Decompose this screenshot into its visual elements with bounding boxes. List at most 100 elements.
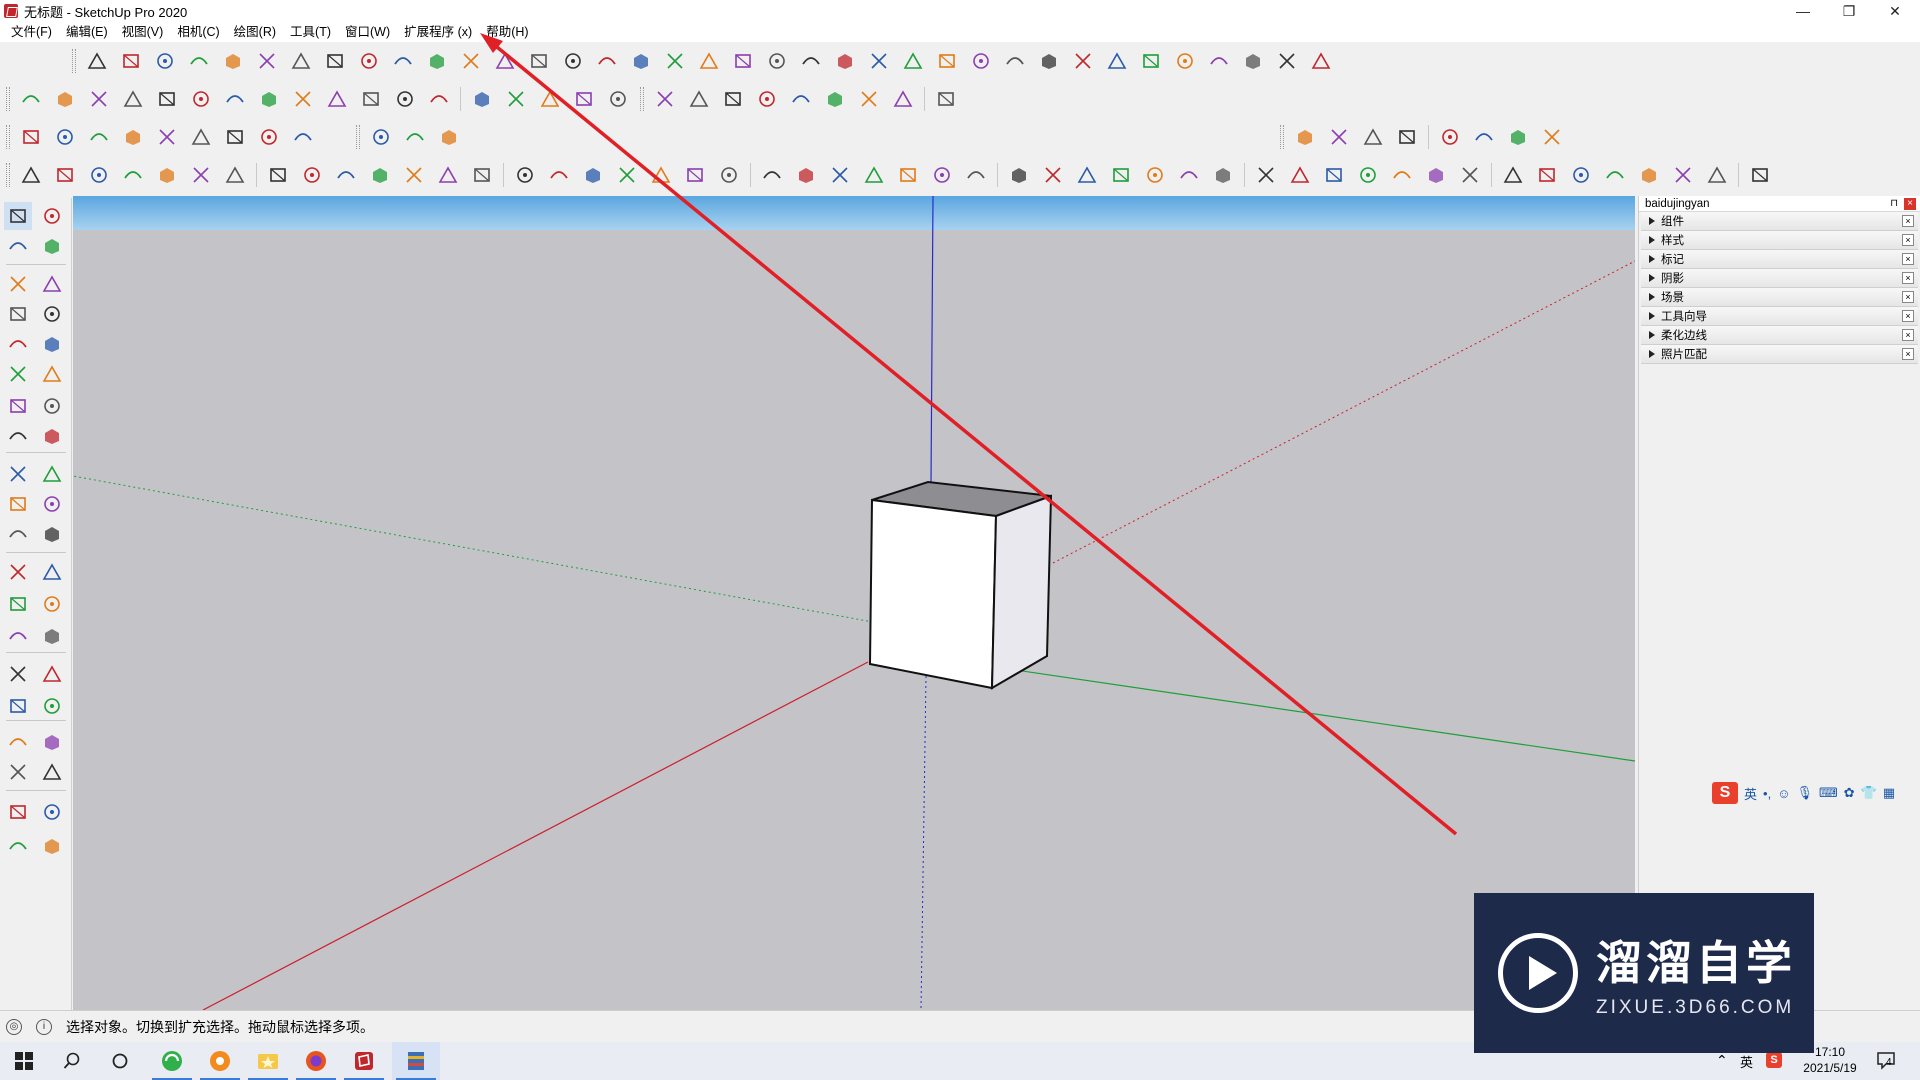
toolbar-tool-button[interactable] [220, 48, 246, 74]
toolbar-tool-button[interactable] [1006, 162, 1032, 188]
left-tool-button[interactable] [4, 832, 32, 860]
left-tool-button[interactable] [4, 558, 32, 586]
panel-close-icon[interactable]: × [1902, 310, 1914, 322]
panel-close-icon[interactable]: × [1902, 272, 1914, 284]
toolbar-tool-button[interactable] [1704, 162, 1730, 188]
toolbar-tool-button[interactable] [652, 86, 678, 112]
tray-panel[interactable]: 阴影 × [1641, 269, 1918, 288]
info-icon[interactable]: i [36, 1018, 52, 1035]
toolbar-tool-button[interactable] [290, 86, 316, 112]
toolbar-tool-button[interactable] [188, 162, 214, 188]
left-tool-button[interactable] [38, 360, 66, 388]
menu-edit[interactable]: 编辑(E) [59, 22, 115, 42]
toolbar-tool-button[interactable] [186, 48, 212, 74]
toolbar-tool-button[interactable] [526, 48, 552, 74]
left-tool-button[interactable] [4, 232, 32, 260]
toolbar-tool-button[interactable] [1602, 162, 1628, 188]
toolbar-tool-button[interactable] [188, 124, 214, 150]
toolbar-tool-button[interactable] [1287, 162, 1313, 188]
toolbar-tool-button[interactable] [759, 162, 785, 188]
emoji-icon[interactable]: ☺ [1777, 786, 1790, 801]
toolbar-tool-button[interactable] [1040, 162, 1066, 188]
left-tool-button[interactable] [4, 590, 32, 618]
left-tool-button[interactable] [4, 422, 32, 450]
toolbar-tool-button[interactable] [435, 162, 461, 188]
task-view-button[interactable] [96, 1042, 144, 1080]
toolbar-tool-button[interactable] [1074, 162, 1100, 188]
menu-draw[interactable]: 绘图(R) [227, 22, 283, 42]
search-button[interactable] [48, 1042, 96, 1080]
tray-panel[interactable]: 工具向导 × [1641, 307, 1918, 326]
toolbar-tool-button[interactable] [1471, 124, 1497, 150]
toolbar-grip[interactable] [356, 125, 360, 149]
toolbar-tool-button[interactable] [933, 86, 959, 112]
toolbar-tool-button[interactable] [1108, 162, 1134, 188]
toolbar-tool-button[interactable] [1457, 162, 1483, 188]
toolbar-tool-button[interactable] [120, 86, 146, 112]
toolbar-grip[interactable] [6, 87, 10, 111]
left-tool-button[interactable] [38, 832, 66, 860]
toolbar-tool-button[interactable] [1176, 162, 1202, 188]
toolbar-tool-button[interactable] [1142, 162, 1168, 188]
microphone-icon[interactable]: 🎙 [1796, 785, 1813, 801]
toolbar-tool-button[interactable] [1002, 48, 1028, 74]
toolbar-tool-button[interactable] [720, 86, 746, 112]
menu-extensions[interactable]: 扩展程序 (x) [397, 22, 479, 42]
toolbar-tool-button[interactable] [730, 48, 756, 74]
menu-help[interactable]: 帮助(H) [479, 22, 535, 42]
toolbar-tool-button[interactable] [120, 162, 146, 188]
toolbar-tool-button[interactable] [1360, 124, 1386, 150]
toolbar-tool-button[interactable] [571, 86, 597, 112]
left-tool-button[interactable] [4, 692, 32, 720]
left-tool-button[interactable] [4, 660, 32, 688]
minimize-button[interactable]: — [1780, 0, 1826, 22]
toolbar-tool-button[interactable] [222, 86, 248, 112]
toolbar-tool-button[interactable] [1355, 162, 1381, 188]
toolbar-tool-button[interactable] [686, 86, 712, 112]
cube-right-face[interactable] [990, 494, 1053, 690]
toolbar-tool-button[interactable] [84, 48, 110, 74]
toolbar-tool-button[interactable] [152, 48, 178, 74]
ime-punct-toggle[interactable]: •, [1763, 786, 1771, 801]
toolbar-tool-button[interactable] [254, 48, 280, 74]
toolbar-tool-button[interactable] [682, 162, 708, 188]
toolbar-tool-button[interactable] [512, 162, 538, 188]
menu-camera[interactable]: 相机(C) [170, 22, 226, 42]
left-tool-button[interactable] [4, 300, 32, 328]
toolbar-tool-button[interactable] [1505, 124, 1531, 150]
taskbar-app-favorites[interactable] [244, 1042, 292, 1080]
toolbar-tool-button[interactable] [798, 48, 824, 74]
toolbar-tool-button[interactable] [793, 162, 819, 188]
toolbar-tool-button[interactable] [1389, 162, 1415, 188]
toolbar-tool-button[interactable] [1747, 162, 1773, 188]
drawing-viewport[interactable] [73, 196, 1635, 1010]
panel-close-icon[interactable]: × [1902, 234, 1914, 246]
left-tool-button[interactable] [38, 202, 66, 230]
toolbar-tool-button[interactable] [436, 124, 462, 150]
tray-ime-lang[interactable]: 英 [1740, 1052, 1753, 1071]
skin-icon[interactable]: 👕 [1861, 785, 1877, 801]
toolbar-tool-button[interactable] [890, 86, 916, 112]
toolbar-tool-button[interactable] [764, 48, 790, 74]
left-tool-button[interactable] [4, 490, 32, 518]
toolbar-tool-button[interactable] [288, 48, 314, 74]
toolbar-tool-button[interactable] [716, 162, 742, 188]
toolbar-tool-button[interactable] [1292, 124, 1318, 150]
panel-close-icon[interactable]: × [1902, 215, 1914, 227]
toolbar-tool-button[interactable] [424, 48, 450, 74]
toolbar-tool-button[interactable] [1321, 162, 1347, 188]
left-tool-button[interactable] [38, 622, 66, 650]
toolbar-tool-button[interactable] [1206, 48, 1232, 74]
left-tool-button[interactable] [4, 460, 32, 488]
toolbar-tool-button[interactable] [605, 86, 631, 112]
panel-close-icon[interactable]: × [1902, 253, 1914, 265]
toolbar-tool-button[interactable] [1539, 124, 1565, 150]
toolbar-tool-button[interactable] [934, 48, 960, 74]
close-button[interactable]: ✕ [1872, 0, 1918, 22]
toolbar-tool-button[interactable] [52, 124, 78, 150]
toolbar-tool-button[interactable] [827, 162, 853, 188]
toolbar-tool-button[interactable] [402, 124, 428, 150]
left-tool-button[interactable] [38, 422, 66, 450]
left-tool-button[interactable] [4, 798, 32, 826]
toolbar-tool-button[interactable] [18, 162, 44, 188]
